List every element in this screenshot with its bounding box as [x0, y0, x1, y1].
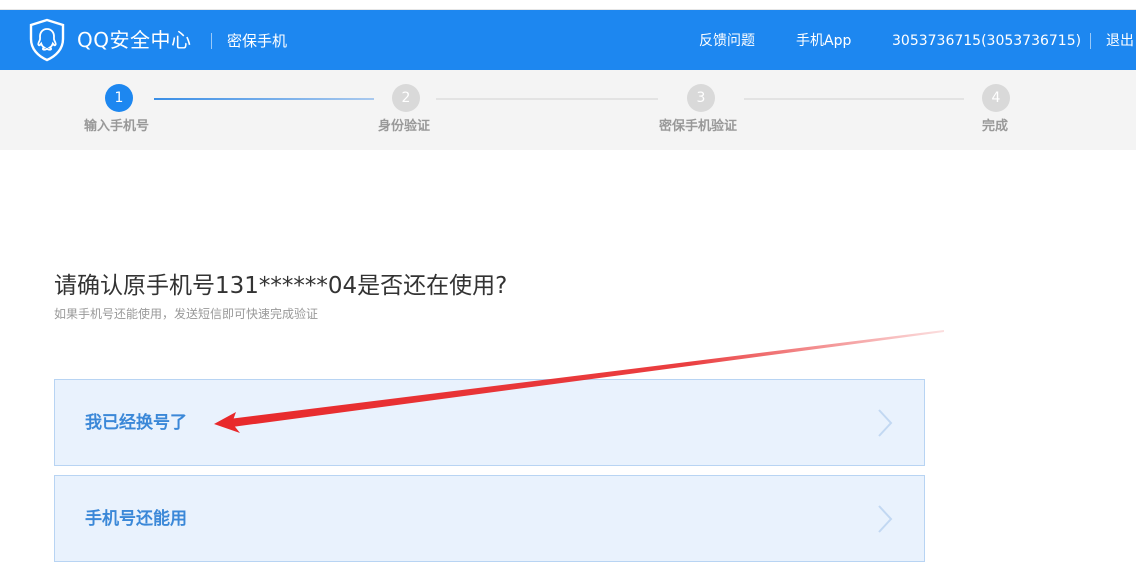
account-id[interactable]: 3053736715(3053736715) — [892, 31, 1081, 51]
step-connector-3 — [744, 98, 964, 100]
header-divider — [211, 33, 212, 49]
confirm-question: 请确认原手机号131******04是否还在使用? — [54, 273, 508, 299]
header-divider — [1090, 33, 1091, 49]
changed-number-option[interactable]: 我已经换号了 — [54, 379, 925, 466]
top-header: QQ安全中心 密保手机 反馈问题 手机App 3053736715(305373… — [0, 10, 1136, 70]
mobile-app-link[interactable]: 手机App — [796, 31, 851, 51]
step-connector-2 — [436, 98, 658, 100]
step-1-number: 1 — [105, 84, 133, 112]
step-2-label: 身份验证 — [378, 119, 431, 134]
option-label: 我已经换号了 — [85, 413, 187, 433]
step-3-label: 密保手机验证 — [659, 119, 738, 134]
progress-steps: 1 输入手机号 2 身份验证 3 密保手机验证 4 完成 — [0, 70, 1136, 150]
confirm-hint: 如果手机号还能使用，发送短信即可快速完成验证 — [54, 307, 319, 321]
browser-top-strip — [0, 0, 1136, 10]
qq-shield-logo-icon[interactable] — [28, 18, 66, 62]
step-1-label: 输入手机号 — [84, 119, 150, 134]
page-subtitle: 密保手机 — [227, 32, 288, 50]
brand-name[interactable]: QQ安全中心 — [77, 28, 191, 52]
feedback-link[interactable]: 反馈问题 — [699, 31, 755, 51]
logout-link[interactable]: 退出 — [1106, 31, 1134, 51]
option-label: 手机号还能用 — [85, 509, 187, 529]
chevron-right-icon — [878, 505, 893, 533]
step-2-number: 2 — [392, 84, 420, 112]
step-4-number: 4 — [982, 84, 1010, 112]
number-still-in-use-option[interactable]: 手机号还能用 — [54, 475, 925, 562]
step-3-number: 3 — [687, 84, 715, 112]
step-4-label: 完成 — [982, 119, 1009, 134]
chevron-right-icon — [878, 409, 893, 437]
step-connector-1 — [154, 98, 374, 100]
